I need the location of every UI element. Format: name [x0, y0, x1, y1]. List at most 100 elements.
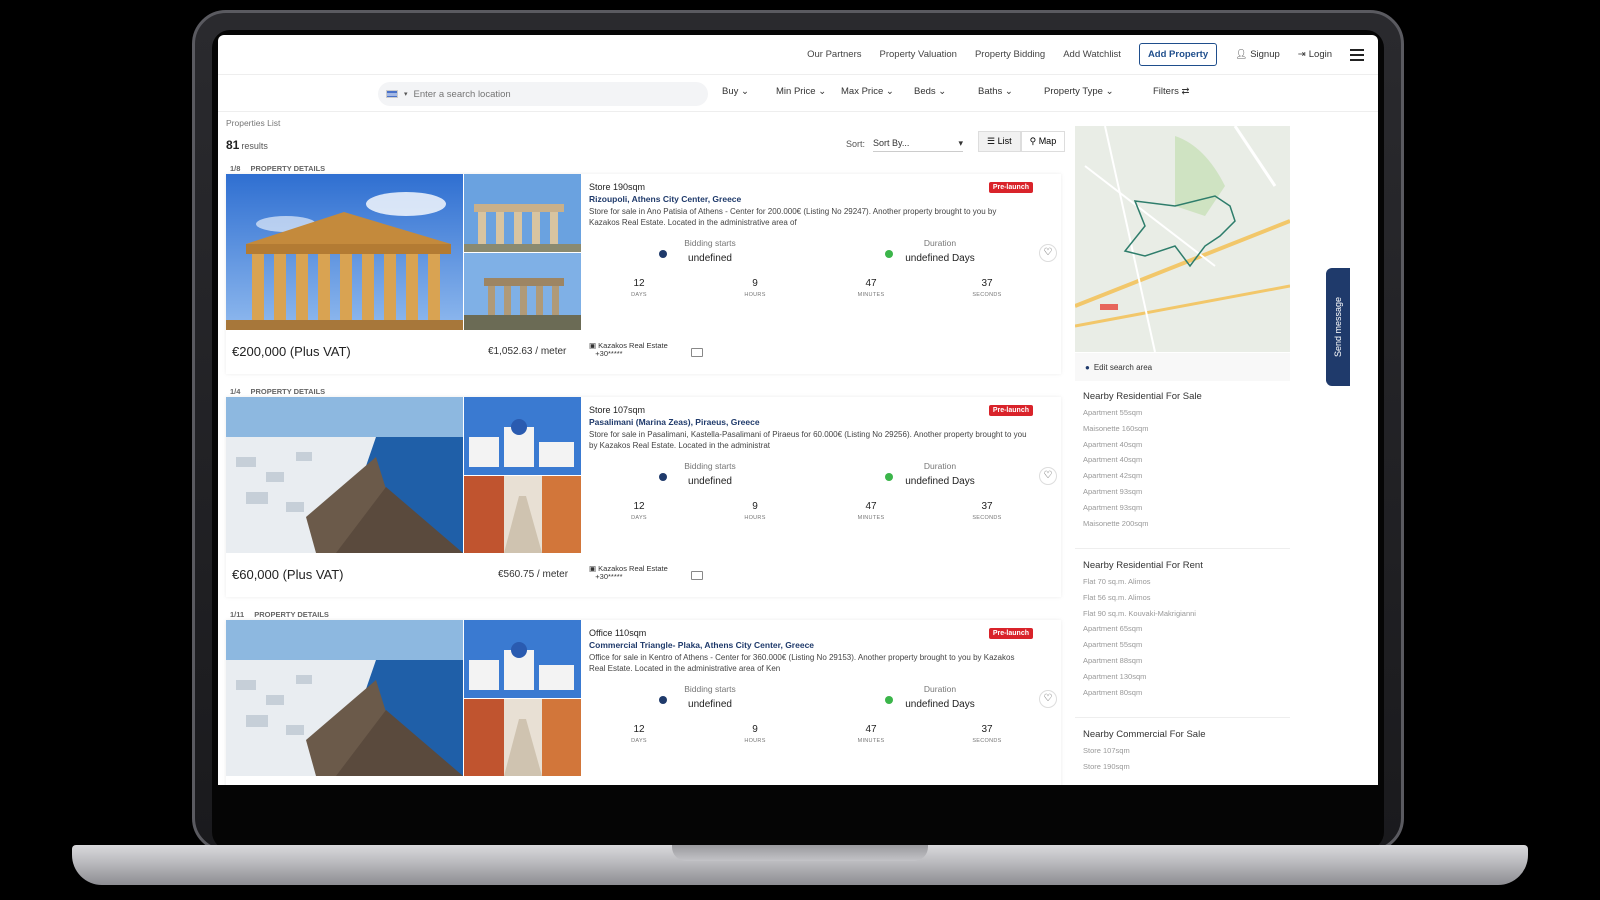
login-icon: ⇥ [1297, 49, 1306, 60]
property-address[interactable]: Pasalimani (Marina Zeas), Piraeus, Greec… [589, 417, 1029, 427]
nearby-link[interactable]: Flat 56 sq.m. Alimos [1083, 593, 1203, 602]
nearby-link[interactable]: Apartment 93sqm [1083, 503, 1202, 512]
send-message-button[interactable]: Send message [1326, 268, 1350, 386]
mail-icon[interactable] [691, 348, 703, 357]
divider [1075, 717, 1290, 718]
nearby-link[interactable]: Maisonette 160sqm [1083, 424, 1202, 433]
search-bar: ▾ Buy ⌄ Min Price ⌄ Max Price ⌄ Beds ⌄ B… [218, 76, 1378, 112]
nav-property-bidding[interactable]: Property Bidding [975, 49, 1045, 60]
divider [1075, 548, 1290, 549]
nearby-link[interactable]: Maisonette 200sqm [1083, 519, 1202, 528]
section-title: Nearby Residential For Sale [1083, 391, 1202, 402]
nearby-link[interactable]: Apartment 40sqm [1083, 440, 1202, 449]
filter-beds[interactable]: Beds ⌄ [914, 86, 946, 97]
agent-info[interactable]: ▣ Kazakos Real Estate +30***** [589, 342, 668, 358]
nearby-link[interactable]: Flat 90 sq.m. Kouvaki-Makrigianni [1083, 609, 1203, 618]
list-view-button[interactable]: ☰ List [978, 131, 1021, 152]
timer-hours: 9 [752, 278, 758, 289]
nearby-link[interactable]: Apartment 42sqm [1083, 471, 1202, 480]
nav-our-partners[interactable]: Our Partners [807, 49, 861, 60]
heart-icon[interactable]: ♡ [1039, 690, 1057, 708]
timer-hours: 9 [752, 501, 758, 512]
property-thumbnail[interactable] [464, 699, 581, 776]
property-images[interactable] [226, 620, 581, 776]
property-price: €200,000 (Plus VAT) [232, 344, 351, 359]
login-label: Login [1308, 49, 1332, 60]
results-count: 81 results [226, 138, 268, 152]
price-per-meter: €1,052.63 / meter [488, 346, 567, 357]
nearby-residential-rent: Nearby Residential For Rent Flat 70 sq.m… [1083, 560, 1203, 703]
property-description: Office for sale in Kentro of Athens - Ce… [589, 653, 1015, 673]
property-details-link[interactable]: PROPERTY DETAILS [250, 164, 325, 173]
filter-property-type[interactable]: Property Type ⌄ [1044, 86, 1114, 97]
sort-select[interactable]: Sort By... ▾ [873, 136, 964, 152]
duration-value: undefined Days [905, 476, 975, 487]
nearby-link[interactable]: Apartment 93sqm [1083, 487, 1202, 496]
heart-icon[interactable]: ♡ [1039, 244, 1057, 262]
property-details-link[interactable]: PROPERTY DETAILS [254, 610, 329, 619]
bidding-label: Bidding starts [684, 684, 736, 694]
status-badge: Pre-launch [988, 628, 1033, 639]
map-view-button[interactable]: ⚲ Map [1020, 131, 1066, 152]
property-thumbnail[interactable] [464, 253, 581, 330]
timer-days: 12 [633, 501, 645, 512]
heart-icon[interactable]: ♡ [1039, 467, 1057, 485]
mail-icon[interactable] [691, 571, 703, 580]
property-card: 1/11 PROPERTY DETAILS Office 110sqm Comm… [226, 606, 1061, 785]
property-images[interactable] [226, 174, 581, 330]
property-thumbnail[interactable] [464, 620, 581, 698]
bidding-value: undefined [688, 253, 732, 264]
nearby-link[interactable]: Apartment 88sqm [1083, 656, 1203, 665]
property-address[interactable]: Rizoupoli, Athens City Center, Greece [589, 194, 1029, 204]
property-thumbnail[interactable] [464, 397, 581, 475]
property-details-link[interactable]: PROPERTY DETAILS [250, 387, 325, 396]
nav-property-valuation[interactable]: Property Valuation [880, 49, 957, 60]
filter-more[interactable]: Filters ⇄ [1153, 86, 1189, 97]
add-property-button[interactable]: Add Property [1138, 43, 1218, 66]
nearby-link[interactable]: Apartment 80sqm [1083, 688, 1203, 697]
agent-info[interactable]: ▣ Kazakos Real Estate +30***** [589, 565, 668, 581]
property-type: Store 190sqm [589, 182, 646, 192]
signup-link[interactable]: 👤︎ Signup [1235, 49, 1280, 60]
edit-search-area-button[interactable]: ● Edit search area [1075, 353, 1290, 381]
timer-minutes: 47 [865, 278, 877, 289]
menu-icon[interactable] [1350, 48, 1364, 61]
login-link[interactable]: ⇥ Login [1298, 49, 1332, 60]
chevron-down-icon[interactable]: ▾ [404, 90, 408, 98]
nearby-link[interactable]: Flat 70 sq.m. Alimos [1083, 577, 1203, 586]
property-main-image[interactable] [226, 620, 463, 776]
nearby-link[interactable]: Apartment 55sqm [1083, 408, 1202, 417]
timer-hours: 9 [752, 724, 758, 735]
nav-add-watchlist[interactable]: Add Watchlist [1063, 49, 1121, 60]
nearby-link[interactable]: Apartment 40sqm [1083, 455, 1202, 464]
photo-count: 1/11 [230, 610, 245, 619]
filter-min-price[interactable]: Min Price ⌄ [776, 86, 826, 97]
nearby-link[interactable]: Apartment 55sqm [1083, 640, 1203, 649]
nearby-link[interactable]: Apartment 65sqm [1083, 624, 1203, 633]
timer-seconds: 37 [981, 278, 993, 289]
map-view[interactable] [1075, 126, 1290, 352]
property-thumbnail[interactable] [464, 476, 581, 553]
nearby-residential-sale: Nearby Residential For Sale Apartment 55… [1083, 391, 1202, 534]
timer-minutes: 47 [865, 501, 877, 512]
property-type: Office 110sqm [589, 628, 647, 638]
filter-buy[interactable]: Buy ⌄ [722, 86, 749, 97]
property-card: 1/8 PROPERTY DETAILS €200,000 (Plus VAT)… [226, 160, 1061, 383]
flag-icon[interactable] [386, 90, 398, 98]
property-address[interactable]: Commercial Triangle- Plaka, Athens City … [589, 640, 1029, 650]
nearby-link[interactable]: Store 190sqm [1083, 762, 1205, 771]
timer-days: 12 [633, 278, 645, 289]
countdown-timer: 12 DAYS 9 HOURS 47 MINUTES 37 SECONDS [589, 501, 1029, 529]
property-main-image[interactable] [226, 397, 463, 553]
filter-max-price[interactable]: Max Price ⌄ [841, 86, 894, 97]
property-images[interactable] [226, 397, 581, 553]
search-input[interactable] [413, 88, 674, 100]
countdown-timer: 12 DAYS 9 HOURS 47 MINUTES 37 SECONDS [589, 278, 1029, 306]
filter-baths[interactable]: Baths ⌄ [978, 86, 1013, 97]
property-thumbnail[interactable] [464, 174, 581, 252]
property-main-image[interactable] [226, 174, 463, 330]
nearby-link[interactable]: Apartment 130sqm [1083, 672, 1203, 681]
nearby-link[interactable]: Store 107sqm [1083, 746, 1205, 755]
signup-label: Signup [1250, 49, 1280, 60]
bidding-value: undefined [688, 476, 732, 487]
